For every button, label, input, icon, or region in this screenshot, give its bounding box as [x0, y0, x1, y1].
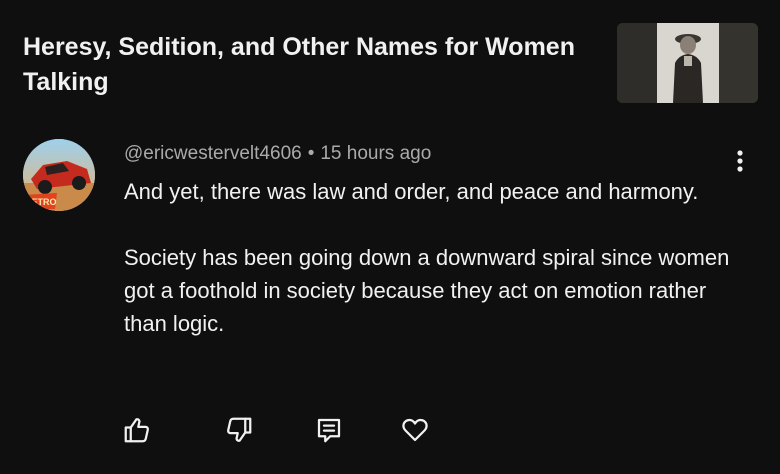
dislike-button[interactable]	[224, 415, 254, 445]
heart-icon	[402, 418, 428, 442]
comment-timestamp: 15 hours ago	[320, 143, 432, 164]
reply-button[interactable]	[314, 415, 344, 445]
video-thumbnail[interactable]	[617, 23, 758, 103]
more-options-icon[interactable]	[728, 146, 752, 176]
comment-paragraph: And yet, there was law and order, and pe…	[124, 179, 699, 204]
video-title[interactable]: Heresy, Sedition, and Other Names for Wo…	[23, 30, 583, 100]
comment-reply-icon	[317, 418, 341, 443]
meta-separator: •	[307, 143, 315, 164]
comment-meta: @ericwestervelt4606 • 15 hours ago	[124, 143, 431, 165]
like-button[interactable]	[122, 415, 152, 445]
comment-author[interactable]: @ericwestervelt4606	[124, 143, 302, 164]
thumbs-up-icon	[124, 418, 149, 443]
comment-text: And yet, there was law and order, and pe…	[124, 175, 744, 340]
heart-button[interactable]	[400, 415, 430, 445]
comment-paragraph: Society has been going down a downward s…	[124, 245, 730, 336]
avatar[interactable]: RETRO	[23, 139, 95, 211]
svg-text:RETRO: RETRO	[25, 197, 57, 207]
thumbs-down-icon	[227, 417, 252, 442]
